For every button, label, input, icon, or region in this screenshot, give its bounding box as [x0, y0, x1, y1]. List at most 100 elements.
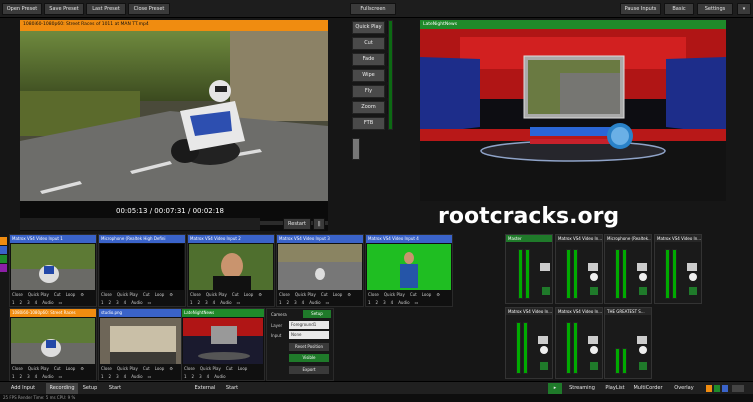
fade-button[interactable]: Fade — [352, 53, 385, 66]
color-tag-purple[interactable] — [0, 264, 7, 272]
quick-play-button[interactable]: Quick Play — [28, 292, 49, 297]
overlay-3-button[interactable]: 3 — [205, 300, 208, 305]
overlay-2-button[interactable]: 2 — [20, 300, 23, 305]
overlay-1-button[interactable]: 1 — [101, 374, 104, 379]
audio-button[interactable]: Audio — [42, 300, 53, 305]
recording-start-button[interactable]: Start — [104, 383, 126, 394]
input-select[interactable]: None — [289, 331, 329, 339]
setup-button[interactable]: Setup — [303, 310, 331, 318]
camera-tab[interactable]: Camera — [271, 312, 287, 317]
quick-play-button[interactable]: Quick Play — [295, 292, 316, 297]
quick-play-button[interactable]: Quick Play — [206, 292, 227, 297]
overlay-4-button[interactable]: 4 — [124, 374, 127, 379]
audio-button[interactable]: Audio — [42, 374, 53, 379]
overlay-1-button[interactable]: 1 — [12, 300, 15, 305]
quick-play-button[interactable]: Quick Play — [117, 292, 138, 297]
fader-handle[interactable] — [538, 336, 548, 344]
fader-handle[interactable] — [637, 336, 647, 344]
input-tile-6[interactable]: 1080i60-1080p60: Street Races Close Quick… — [9, 308, 97, 381]
loop-button[interactable]: Loop — [333, 292, 343, 297]
input-thumbnail[interactable] — [11, 244, 95, 290]
overlay-2-button[interactable]: 2 — [376, 300, 379, 305]
loop-button[interactable]: Loop — [155, 366, 165, 371]
overlay-3-button[interactable]: 3 — [199, 374, 202, 379]
monitor-icon[interactable]: ▭ — [59, 300, 63, 305]
color-tag-green[interactable] — [0, 255, 7, 263]
overlay-4-button[interactable]: 4 — [391, 300, 394, 305]
visible-toggle[interactable]: Visible — [289, 354, 329, 362]
overlay-1-button[interactable]: 1 — [184, 374, 187, 379]
overlay-button[interactable]: Overlay — [670, 383, 698, 394]
recording-setup-button[interactable]: Setup — [80, 383, 100, 394]
quick-play-button[interactable]: Quick Play — [117, 366, 138, 371]
overlay-2-button[interactable]: 2 — [198, 300, 201, 305]
overlay-2-button[interactable]: 2 — [109, 374, 112, 379]
close-button[interactable]: Close — [12, 366, 23, 371]
close-button[interactable]: Close — [190, 292, 201, 297]
pause-inputs-button[interactable]: Pause Inputs — [620, 3, 661, 15]
mute-button[interactable] — [590, 362, 598, 370]
headphone-icon[interactable] — [590, 346, 598, 354]
overlay-3-button[interactable]: 3 — [116, 374, 119, 379]
gear-icon[interactable]: ⚙ — [347, 292, 351, 297]
overlay-3-button[interactable]: 3 — [294, 300, 297, 305]
mute-button[interactable] — [639, 287, 647, 295]
input-thumbnail[interactable] — [100, 244, 184, 290]
mute-button[interactable] — [689, 287, 697, 295]
overlay-3-button[interactable]: 3 — [27, 374, 30, 379]
loop-button[interactable]: Loop — [244, 292, 254, 297]
monitor-icon[interactable]: ▭ — [415, 300, 419, 305]
overlay-1-button[interactable]: 1 — [190, 300, 193, 305]
fader-handle[interactable] — [588, 336, 598, 344]
overlay-1-button[interactable]: 1 — [101, 300, 104, 305]
close-button[interactable]: Close — [101, 292, 112, 297]
loop-button[interactable]: Loop — [238, 366, 248, 371]
external-start-button[interactable]: Start — [222, 383, 242, 394]
monitor-icon[interactable]: ▭ — [59, 374, 63, 379]
export-button[interactable]: Export — [289, 366, 329, 374]
cut-button[interactable]: Cut — [54, 366, 61, 371]
close-preset-button[interactable]: Close Preset — [128, 3, 170, 15]
audio-button[interactable]: Audio — [131, 374, 142, 379]
overlay-2-button[interactable]: 2 — [192, 374, 195, 379]
overlay-1-button[interactable]: 1 — [12, 374, 15, 379]
mute-button[interactable] — [540, 362, 548, 370]
quick-play-button[interactable]: Quick Play — [28, 366, 49, 371]
overlay-2-button[interactable]: 2 — [109, 300, 112, 305]
cut-button[interactable]: Cut — [321, 292, 328, 297]
overlay-1-indicator[interactable] — [706, 385, 712, 392]
input-tile-1[interactable]: Matrox VS4 Video Input 1 Close Quick Play… — [9, 234, 97, 307]
color-tag-blue[interactable] — [0, 246, 7, 254]
zoom-button[interactable]: Zoom — [352, 101, 385, 114]
input-tile-7[interactable]: studio.png Close Quick Play Cut Loop ⚙ 1234A… — [98, 308, 186, 381]
input-tile-2[interactable]: Microphone (Realtek High Defini Close Qui… — [98, 234, 186, 307]
gear-icon[interactable]: ⚙ — [80, 292, 84, 297]
loop-button[interactable]: Loop — [66, 366, 76, 371]
reset-position-button[interactable]: Reset Position — [289, 343, 329, 351]
headphone-icon[interactable] — [540, 346, 548, 354]
cut-button[interactable]: Cut — [54, 292, 61, 297]
overlay-3-button[interactable]: 3 — [116, 300, 119, 305]
audio-button[interactable]: Audio — [131, 300, 142, 305]
input-thumbnail[interactable] — [11, 318, 95, 364]
close-button[interactable]: Close — [184, 366, 195, 371]
settings-button[interactable]: Settings — [697, 3, 733, 15]
audio-button[interactable]: Audio — [214, 374, 225, 379]
cut-button[interactable]: Cut — [143, 292, 150, 297]
quick-play-button[interactable]: Quick Play — [200, 366, 221, 371]
overlay-3-button[interactable]: 3 — [27, 300, 30, 305]
save-preset-button[interactable]: Save Preset — [44, 3, 84, 15]
cut-button[interactable]: Cut — [232, 292, 239, 297]
input-thumbnail[interactable] — [100, 318, 184, 364]
overlay-2-button[interactable]: 2 — [20, 374, 23, 379]
overlay-4-button[interactable]: 4 — [35, 300, 38, 305]
last-preset-button[interactable]: Last Preset — [86, 3, 126, 15]
headphone-icon[interactable] — [689, 273, 697, 281]
play-icon[interactable]: ▸ — [548, 383, 562, 394]
close-button[interactable]: Close — [279, 292, 290, 297]
multicorder-button[interactable]: MultiCorder — [632, 383, 664, 394]
mute-button[interactable] — [542, 287, 550, 295]
overlay-1-button[interactable]: 1 — [279, 300, 282, 305]
input-tile-4[interactable]: Matrox VS4 Video Input 3 Close Quick Play… — [276, 234, 364, 307]
external-button[interactable]: External — [190, 383, 220, 394]
